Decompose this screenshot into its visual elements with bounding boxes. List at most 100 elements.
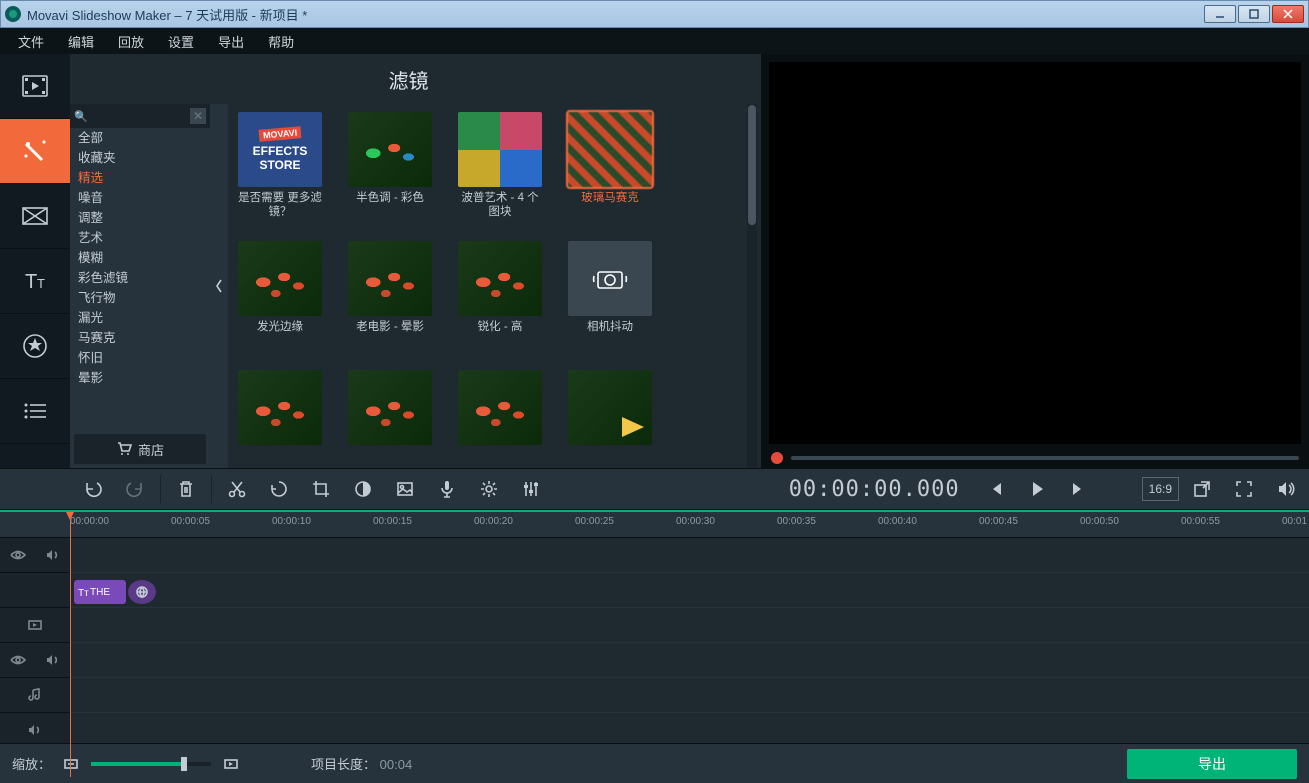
filter-thumb-8[interactable] [238,370,322,468]
gallery-scrollbar[interactable] [747,104,757,468]
timeline-clip-title[interactable]: Tᴛ THE [74,580,126,604]
next-frame-button[interactable] [1059,471,1099,507]
filter-thumb-9[interactable] [348,370,432,468]
aspect-ratio-button[interactable]: 16:9 [1142,477,1179,501]
cat-retro[interactable]: 怀旧 [70,348,210,368]
thumb-label: 发光边缘 [257,320,303,348]
image-button[interactable] [385,471,425,507]
filter-thumb-5[interactable]: 老电影 - 晕影 [348,241,432,348]
menu-playback[interactable]: 回放 [108,28,154,55]
thumb-label: 是否需要 更多滤镜？ [238,191,322,219]
menu-settings[interactable]: 设置 [158,28,204,55]
filter-thumb-1[interactable]: 半色调 - 彩色 [348,112,432,219]
svg-text:Tᴛ: Tᴛ [78,588,89,598]
preview-video[interactable] [769,62,1301,444]
timeline-ruler[interactable]: 00:00:0000:00:0500:00:1000:00:1500:00:20… [0,512,1309,538]
seek-track[interactable] [791,456,1299,460]
ruler-tick: 00:00:55 [1181,516,1220,527]
search-clear-button[interactable]: ✕ [190,108,206,124]
cut-button[interactable] [217,471,257,507]
maximize-button[interactable] [1238,5,1270,23]
timecode-display: 00:00:00.000 [789,477,960,502]
menu-file[interactable]: 文件 [8,28,54,55]
titles-tab[interactable]: TT [0,249,70,314]
thumb-image [568,241,652,316]
export-button[interactable]: 导出 [1127,749,1297,779]
filter-thumb-10[interactable] [458,370,542,468]
cat-color[interactable]: 彩色滤镜 [70,268,210,288]
search-box[interactable]: 🔍 ✕ [70,104,210,128]
track-header-3[interactable] [0,608,70,643]
app-logo [5,6,21,22]
cat-mosaic[interactable]: 马赛克 [70,328,210,348]
cat-featured[interactable]: 精选 [70,168,210,188]
seek-handle[interactable] [771,452,783,464]
ruler-tick: 00:00:05 [171,516,210,527]
track-area[interactable]: Tᴛ THE [70,538,1309,748]
eye-icon [10,547,26,563]
track-header-1[interactable] [0,538,70,573]
store-button-label: 商店 [138,440,164,459]
speaker-icon [27,722,43,738]
left-tabs: TT [0,54,70,468]
undo-button[interactable] [73,471,113,507]
cat-blur[interactable]: 模糊 [70,248,210,268]
timeline-clip-fx[interactable] [128,580,156,604]
filter-thumb-7[interactable]: 相机抖动 [568,241,652,348]
thumb-label: 老电影 - 晕影 [356,320,424,348]
cat-noise[interactable]: 噪音 [70,188,210,208]
zoom-fit-button[interactable] [61,754,81,774]
store-button[interactable]: 商店 [74,434,206,464]
redo-button[interactable] [115,471,155,507]
title-clip-icon: Tᴛ [78,586,90,598]
filter-thumb-11[interactable] [568,370,652,468]
crop-button[interactable] [301,471,341,507]
media-tab[interactable] [0,54,70,119]
ruler-tick: 00:00:15 [373,516,412,527]
settings-button[interactable] [469,471,509,507]
collapse-sidebar-button[interactable] [210,104,228,468]
zoom-preview-button[interactable] [221,754,241,774]
close-button[interactable] [1272,5,1304,23]
track-header-2[interactable] [0,573,70,608]
cat-adjust[interactable]: 调整 [70,208,210,228]
detach-preview-button[interactable] [1182,471,1222,507]
menu-export[interactable]: 导出 [208,28,254,55]
filter-thumb-0[interactable]: MOVAVIEFFECTSSTORE是否需要 更多滤镜？ [238,112,322,219]
microphone-button[interactable] [427,471,467,507]
volume-button[interactable] [1266,471,1306,507]
more-tab[interactable] [0,379,70,444]
cat-flying[interactable]: 飞行物 [70,288,210,308]
minimize-button[interactable] [1204,5,1236,23]
delete-button[interactable] [166,471,206,507]
zoom-slider[interactable] [91,762,211,766]
ruler-tick: 00:01 [1282,516,1307,527]
seek-bar[interactable] [761,448,1309,468]
prev-frame-button[interactable] [975,471,1015,507]
filter-thumb-2[interactable]: 波普艺术 - 4 个图块 [458,112,542,219]
filters-tab[interactable] [0,119,70,184]
menu-help[interactable]: 帮助 [258,28,304,55]
cat-lightleak[interactable]: 漏光 [70,308,210,328]
cat-favorites[interactable]: 收藏夹 [70,148,210,168]
cat-vignette[interactable]: 晕影 [70,368,210,388]
transitions-tab[interactable] [0,184,70,249]
cat-art[interactable]: 艺术 [70,228,210,248]
filter-thumb-6[interactable]: 锐化 - 高 [458,241,542,348]
menu-edit[interactable]: 编辑 [58,28,104,55]
speaker-icon [45,652,61,668]
track-header-4[interactable] [0,643,70,678]
color-adjust-button[interactable] [343,471,383,507]
playhead[interactable] [70,512,71,777]
filter-thumb-3[interactable]: 玻璃马赛克 [568,112,652,219]
rotate-button[interactable] [259,471,299,507]
thumb-image [458,112,542,187]
play-button[interactable] [1017,471,1057,507]
cat-all[interactable]: 全部 [70,128,210,148]
fullscreen-button[interactable] [1224,471,1264,507]
track-header-5[interactable] [0,678,70,713]
menu-bar: 文件 编辑 回放 设置 导出 帮助 [0,28,1309,54]
filter-thumb-4[interactable]: 发光边缘 [238,241,322,348]
equalizer-button[interactable] [511,471,551,507]
stickers-tab[interactable] [0,314,70,379]
